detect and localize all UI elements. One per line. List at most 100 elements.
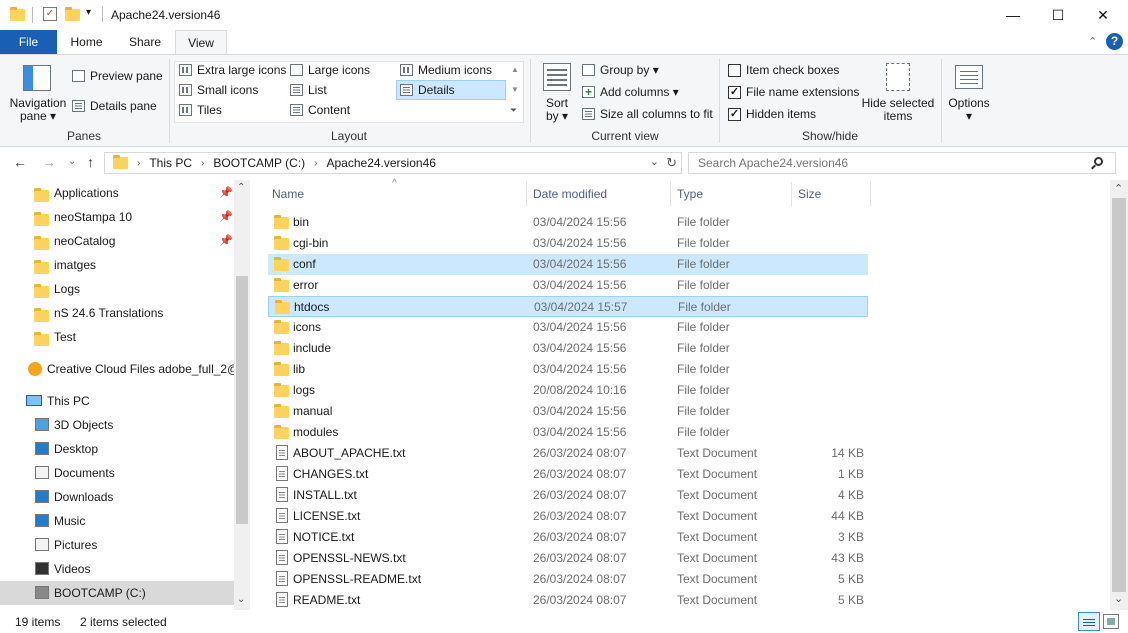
file-row[interactable]: CHANGES.txt 26/03/2024 08:07 Text Document…: [268, 464, 868, 485]
gallery-down-icon[interactable]: ▼: [511, 85, 519, 94]
gallery-up-icon[interactable]: ▲: [511, 65, 519, 74]
divider[interactable]: [791, 182, 792, 206]
nav-item-this-pc-child[interactable]: 3D Objects: [0, 413, 234, 437]
group-by-button[interactable]: Group by ▾: [582, 63, 659, 77]
gallery-more-icon[interactable]: ⏷: [510, 105, 517, 116]
layout-small-icons[interactable]: Small icons: [179, 83, 258, 97]
hidden-items-toggle[interactable]: ✓ Hidden items: [728, 107, 816, 121]
properties-icon[interactable]: ✓: [43, 7, 57, 21]
preview-pane-button[interactable]: Preview pane: [72, 69, 163, 83]
up-icon[interactable]: ↑: [87, 154, 94, 170]
tab-share[interactable]: Share: [121, 30, 169, 55]
size-all-columns-button[interactable]: Size all columns to fit: [582, 107, 713, 121]
large-icons-view-icon[interactable]: [1103, 614, 1119, 629]
hidden-items-checkbox[interactable]: ✓: [728, 107, 741, 121]
nav-item-this-pc[interactable]: This PC: [0, 389, 234, 413]
item-check-boxes-checkbox[interactable]: [728, 63, 741, 77]
nav-item-this-pc-child[interactable]: Documents: [0, 461, 234, 485]
pin-icon[interactable]: 📌: [219, 205, 233, 229]
folder-row[interactable]: bin 03/04/2024 15:56 File folder: [268, 212, 868, 233]
layout-tiles[interactable]: Tiles: [179, 103, 222, 117]
layout-medium-icons[interactable]: Medium icons: [400, 63, 492, 77]
breadcrumb-this-pc[interactable]: This PC: [149, 156, 192, 170]
layout-list[interactable]: List: [290, 83, 327, 97]
column-header-date[interactable]: Date modified: [533, 182, 607, 206]
nav-item-this-pc-child[interactable]: BOOTCAMP (C:): [0, 581, 234, 605]
folder-row[interactable]: cgi-bin 03/04/2024 15:56 File folder: [268, 233, 868, 254]
column-header-name[interactable]: Name: [272, 182, 304, 206]
main-scroll-thumb[interactable]: [1112, 198, 1126, 592]
details-view-icon[interactable]: [1078, 612, 1100, 631]
pin-icon[interactable]: 📌: [219, 181, 233, 205]
nav-item-quick-access[interactable]: Applications 📌: [0, 181, 234, 205]
breadcrumb-current[interactable]: Apache24.version46: [327, 156, 436, 170]
close-button[interactable]: ✕: [1080, 0, 1126, 30]
layout-details[interactable]: Details: [400, 83, 455, 97]
file-row[interactable]: README.txt 26/03/2024 08:07 Text Document 5…: [268, 590, 868, 611]
file-list-scrollbar[interactable]: ⌃ ⌄: [1110, 180, 1128, 610]
options-button[interactable]: Options ▾: [944, 97, 994, 123]
divider[interactable]: [526, 182, 527, 206]
nav-item-this-pc-child[interactable]: Desktop: [0, 437, 234, 461]
nav-item-quick-access[interactable]: imatges: [0, 253, 234, 277]
file-name-extensions-toggle[interactable]: ✓ File name extensions: [728, 85, 859, 99]
file-row[interactable]: NOTICE.txt 26/03/2024 08:07 Text Document 3…: [268, 527, 868, 548]
breadcrumb-chevron-icon[interactable]: ›: [201, 158, 204, 169]
help-icon[interactable]: ?: [1106, 33, 1123, 50]
breadcrumb-chevron-icon[interactable]: ›: [314, 158, 317, 169]
folder-row[interactable]: htdocs 03/04/2024 15:57 File folder: [268, 296, 868, 317]
divider[interactable]: [870, 182, 871, 206]
nav-item-this-pc-child[interactable]: Videos: [0, 557, 234, 581]
file-row[interactable]: LICENSE.txt 26/03/2024 08:07 Text Document…: [268, 506, 868, 527]
item-check-boxes-toggle[interactable]: Item check boxes: [728, 63, 839, 77]
scroll-up-icon[interactable]: ⌃: [237, 182, 245, 193]
nav-item-this-pc-child[interactable]: Downloads: [0, 485, 234, 509]
file-row[interactable]: OPENSSL-README.txt 26/03/2024 08:07 Text D…: [268, 569, 868, 590]
nav-item-quick-access[interactable]: Test: [0, 325, 234, 349]
search-input[interactable]: Search Apache24.version46: [688, 152, 1116, 174]
sort-by-button[interactable]: Sort by ▾: [540, 97, 574, 123]
collapse-ribbon-icon[interactable]: ⌃: [1088, 35, 1097, 48]
back-icon[interactable]: ←: [13, 154, 27, 170]
scroll-up-icon[interactable]: ⌃: [1114, 182, 1123, 195]
folder-row[interactable]: error 03/04/2024 15:56 File folder: [268, 275, 868, 296]
breadcrumb-chevron-icon[interactable]: ›: [137, 158, 140, 169]
nav-item-quick-access[interactable]: nS 24.6 Translations: [0, 301, 234, 325]
column-header-size[interactable]: Size: [798, 182, 821, 206]
new-folder-icon[interactable]: [65, 7, 80, 21]
file-name-extensions-checkbox[interactable]: ✓: [728, 85, 741, 99]
breadcrumb-bootcamp[interactable]: BOOTCAMP (C:): [213, 156, 305, 170]
folder-row[interactable]: conf 03/04/2024 15:56 File folder: [268, 254, 868, 275]
folder-row[interactable]: manual 03/04/2024 15:56 File folder: [268, 401, 868, 422]
folder-row[interactable]: lib 03/04/2024 15:56 File folder: [268, 359, 868, 380]
divider[interactable]: [670, 182, 671, 206]
nav-item-quick-access[interactable]: neoStampa 10 📌: [0, 205, 234, 229]
navigation-pane-button[interactable]: Navigation pane ▾: [6, 97, 70, 123]
layout-extra-large-icons[interactable]: Extra large icons: [179, 63, 286, 77]
minimize-button[interactable]: —: [990, 0, 1036, 30]
tab-view[interactable]: View: [175, 30, 227, 55]
maximize-button[interactable]: ☐: [1035, 0, 1081, 30]
pin-icon[interactable]: 📌: [219, 229, 233, 253]
tab-file[interactable]: File: [0, 30, 57, 55]
nav-item-this-pc-child[interactable]: Music: [0, 509, 234, 533]
folder-row[interactable]: include 03/04/2024 15:56 File folder: [268, 338, 868, 359]
nav-item-creative-cloud[interactable]: Creative Cloud Files adobe_full_2@: [0, 357, 239, 381]
scroll-down-icon[interactable]: ⌄: [1114, 592, 1123, 605]
file-row[interactable]: INSTALL.txt 26/03/2024 08:07 Text Document…: [268, 485, 868, 506]
layout-content[interactable]: Content: [290, 103, 350, 117]
scroll-down-icon[interactable]: ⌄: [237, 594, 245, 605]
folder-row[interactable]: modules 03/04/2024 15:56 File folder: [268, 422, 868, 443]
details-pane-button[interactable]: Details pane: [72, 99, 157, 113]
recent-locations-icon[interactable]: ⌄: [68, 156, 76, 167]
nav-item-this-pc-child[interactable]: Pictures: [0, 533, 234, 557]
folder-row[interactable]: icons 03/04/2024 15:56 File folder: [268, 317, 868, 338]
customize-qat-icon[interactable]: ▾: [86, 7, 91, 18]
nav-scroll-thumb[interactable]: [236, 276, 248, 524]
tab-home[interactable]: Home: [64, 30, 109, 55]
file-row[interactable]: ABOUT_APACHE.txt 26/03/2024 08:07 Text Doc…: [268, 443, 868, 464]
nav-item-quick-access[interactable]: neoCatalog 📌: [0, 229, 234, 253]
hide-selected-button[interactable]: Hide selected items: [860, 97, 936, 123]
address-box[interactable]: › This PC › BOOTCAMP (C:) › Apache24.ver…: [104, 152, 682, 174]
address-dropdown-icon[interactable]: ⌄: [650, 155, 659, 168]
